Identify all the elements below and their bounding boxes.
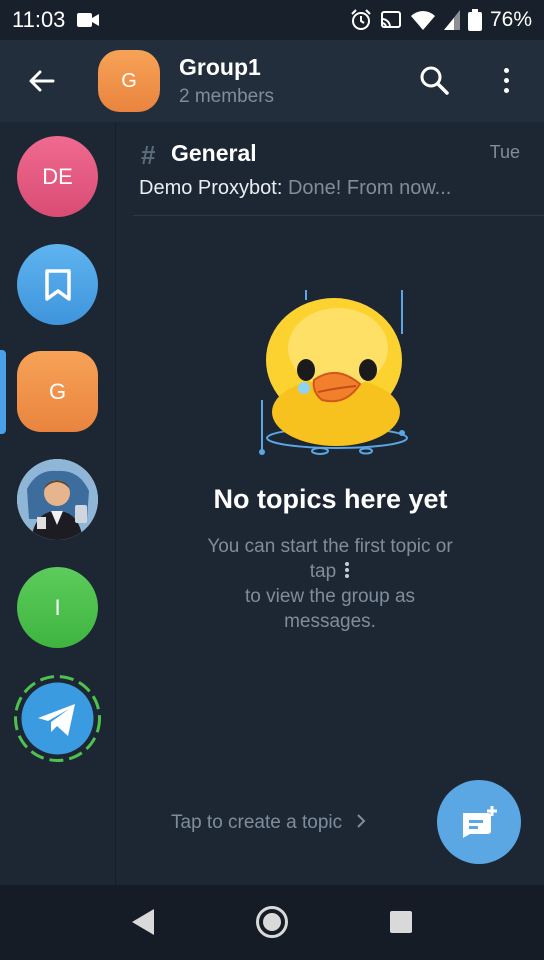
empty-line-4: messages.	[284, 611, 376, 632]
hash-icon: #	[141, 140, 156, 170]
empty-line-3: to view the group as	[244, 586, 416, 607]
system-nav-bar	[0, 885, 544, 960]
duck-sticker	[259, 290, 408, 455]
group-avatar-letter: G	[121, 69, 137, 92]
topic-name: General	[171, 140, 257, 166]
dot	[503, 87, 509, 93]
group-avatar[interactable]: G	[98, 50, 160, 112]
rail-chat-i-label: I	[54, 594, 61, 620]
topic-date: Tue	[489, 142, 520, 162]
empty-state-description: You can start the first topic or tap to …	[180, 534, 480, 634]
search-icon[interactable]	[418, 64, 450, 96]
chevron-right-icon	[357, 814, 366, 828]
battery-icon	[467, 9, 482, 31]
topic-sender: Demo Proxybot:	[139, 177, 283, 199]
topic-preview-text: Done! From now...	[282, 177, 452, 199]
cell-signal-icon	[443, 10, 460, 30]
rail-chat-de[interactable]: DE	[17, 136, 98, 217]
alarm-icon	[351, 9, 371, 30]
rail-chat-group1-label: G	[48, 378, 67, 404]
telegram-icon	[14, 675, 101, 762]
topic-preview: Demo Proxybot: Done! From now...	[139, 177, 451, 200]
group-title[interactable]: Group1	[179, 54, 261, 81]
nav-home-button[interactable]	[256, 906, 288, 938]
more-vertical-icon	[344, 561, 350, 579]
rail-chat-de-label: DE	[42, 163, 73, 189]
rail-chat-photo[interactable]	[17, 459, 98, 540]
chat-side-rail: DE G I	[0, 122, 116, 885]
app-bar: G Group1 2 members	[0, 40, 544, 122]
create-topic-label: Tap to create a topic	[171, 812, 343, 833]
empty-line-1: You can start the first topic or	[207, 536, 453, 557]
video-camera-icon	[77, 13, 100, 27]
create-topic-link[interactable]: Tap to create a topic	[171, 812, 367, 834]
dot	[503, 67, 509, 73]
empty-line-2: tap	[180, 559, 480, 584]
status-bar: 11:03 76%	[0, 0, 544, 40]
nav-recents-button[interactable]	[390, 911, 412, 933]
rail-chat-i[interactable]: I	[17, 567, 98, 648]
cast-icon	[380, 11, 401, 28]
empty-line-2-text: tap	[309, 561, 337, 582]
selected-indicator	[0, 350, 6, 434]
divider	[133, 215, 544, 216]
new-topic-icon	[463, 806, 497, 838]
group-member-count: 2 members	[179, 86, 275, 107]
more-options-button[interactable]	[494, 62, 518, 98]
profile-photo	[17, 459, 98, 540]
wifi-icon	[410, 11, 435, 30]
rail-saved-messages[interactable]	[17, 244, 98, 325]
topic-row-general[interactable]: # General Tue Demo Proxybot: Done! From …	[117, 122, 544, 218]
status-time: 11:03	[12, 7, 66, 32]
empty-state-title: No topics here yet	[213, 484, 448, 514]
rail-chat-telegram[interactable]	[13, 674, 102, 763]
dot	[503, 77, 509, 83]
arrow-left-icon	[29, 70, 55, 92]
bookmark-icon	[44, 268, 71, 301]
rail-chat-group1[interactable]: G	[17, 351, 98, 432]
back-button[interactable]	[22, 66, 62, 96]
new-topic-button[interactable]	[437, 780, 521, 864]
nav-back-icon[interactable]	[130, 907, 156, 937]
battery-percent: 76%	[489, 8, 532, 31]
